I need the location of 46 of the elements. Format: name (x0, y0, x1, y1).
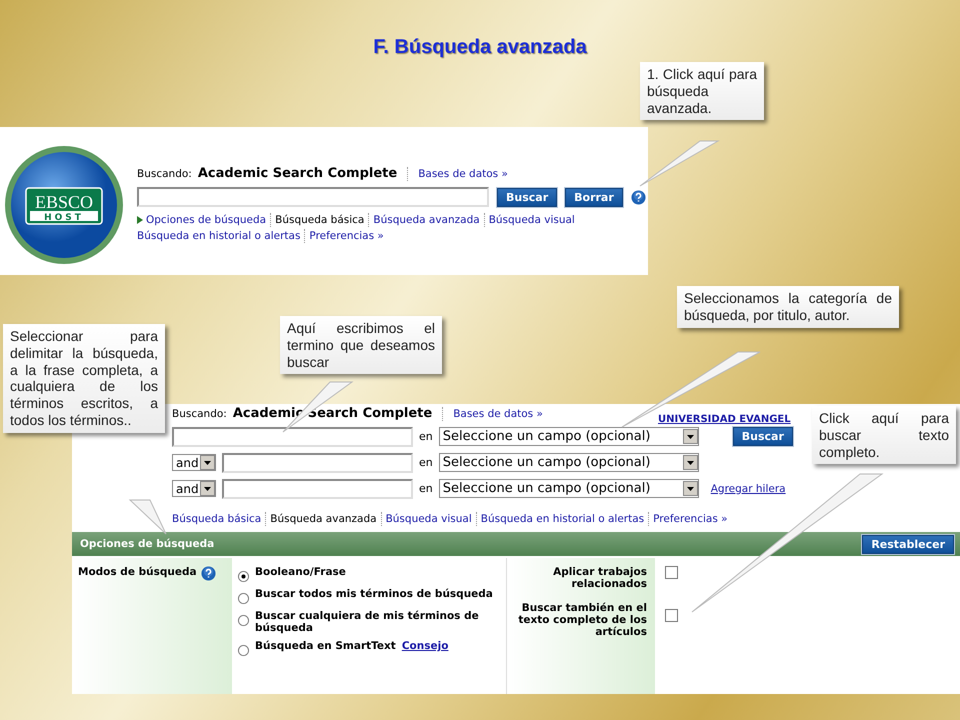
search-button[interactable]: Borrar (565, 188, 623, 206)
nav-link[interactable]: Opciones de búsqueda (146, 214, 266, 226)
options-title: Opciones de búsqueda (80, 538, 214, 550)
nav-link[interactable]: Búsqueda visual (488, 214, 575, 226)
in-label: en (419, 482, 433, 495)
in-label: en (419, 456, 433, 469)
searching-label: Buscando: (137, 168, 192, 180)
nav-link[interactable]: Búsqueda visual (386, 513, 472, 525)
nav-link[interactable]: Búsqueda en historial o alertas (480, 513, 644, 525)
nav-link[interactable]: Búsqueda en historial o alertas (137, 230, 300, 242)
callout: Aquí escribimos el termino que deseamos buscar (280, 316, 442, 374)
limiter-label: Buscar también en el texto completo de los artículos (517, 602, 647, 638)
in-label: en (419, 430, 433, 443)
slide-title: F. Búsqueda avanzada (373, 36, 587, 58)
modes-label: Modos de búsqueda (78, 566, 197, 578)
add-row-link[interactable]: Agregar hilera (710, 482, 786, 494)
searching-label: Buscando: (172, 408, 227, 420)
nav-link[interactable]: Preferencias » (653, 513, 728, 525)
search-button[interactable]: Buscar (732, 427, 793, 446)
tip-link[interactable]: Consejo (402, 640, 448, 652)
mode-label: Búsqueda en SmartText (255, 640, 396, 652)
search-button[interactable]: Buscar (497, 188, 558, 206)
nav-link[interactable]: Búsqueda avanzada (373, 214, 480, 226)
callout: Seleccionar para delimitar la búsqueda, a la frase completa, a cualquiera de los términos escritos, a todos los términos.. (3, 324, 165, 433)
mode-label: Buscar todos mis términos de búsqueda (255, 588, 493, 600)
databases-link[interactable]: Bases de datos » (453, 408, 543, 420)
field-select[interactable]: Seleccione un campo (opcional) (438, 479, 699, 498)
reset-button[interactable]: Restablecer (862, 534, 954, 554)
operator-select[interactable]: and (172, 480, 216, 497)
nav-link[interactable]: Búsqueda avanzada (270, 513, 377, 525)
limiter-label: Aplicar trabajos relacionados (552, 566, 647, 590)
nav-link[interactable]: Preferencias » (309, 230, 384, 242)
database-name: Academic Search Complete (198, 166, 398, 181)
mode-label: Buscar cualquiera de mis términos de búsqueda (255, 610, 480, 634)
institution-link[interactable]: UNIVERSIDAD EVANGEL (658, 414, 791, 425)
field-select[interactable]: Seleccione un campo (opcional) (438, 427, 699, 446)
nav-link[interactable]: Búsqueda básica (275, 214, 364, 226)
operator-select[interactable]: and (172, 454, 216, 471)
callout: Click aquí para buscar texto completo. (812, 406, 956, 464)
mode-label: Booleano/Frase (255, 566, 346, 578)
nav-link[interactable]: Búsqueda básica (172, 513, 262, 525)
callout: Seleccionamos la categoría de búsqueda, por titulo, autor. (677, 286, 899, 328)
databases-link[interactable]: Bases de datos » (418, 168, 508, 180)
logo-drawing: EBSCO HOST (4, 145, 124, 265)
callout: 1. Click aquí para búsqueda avanzada. (640, 62, 764, 120)
field-select[interactable]: Seleccione un campo (opcional) (438, 453, 699, 472)
